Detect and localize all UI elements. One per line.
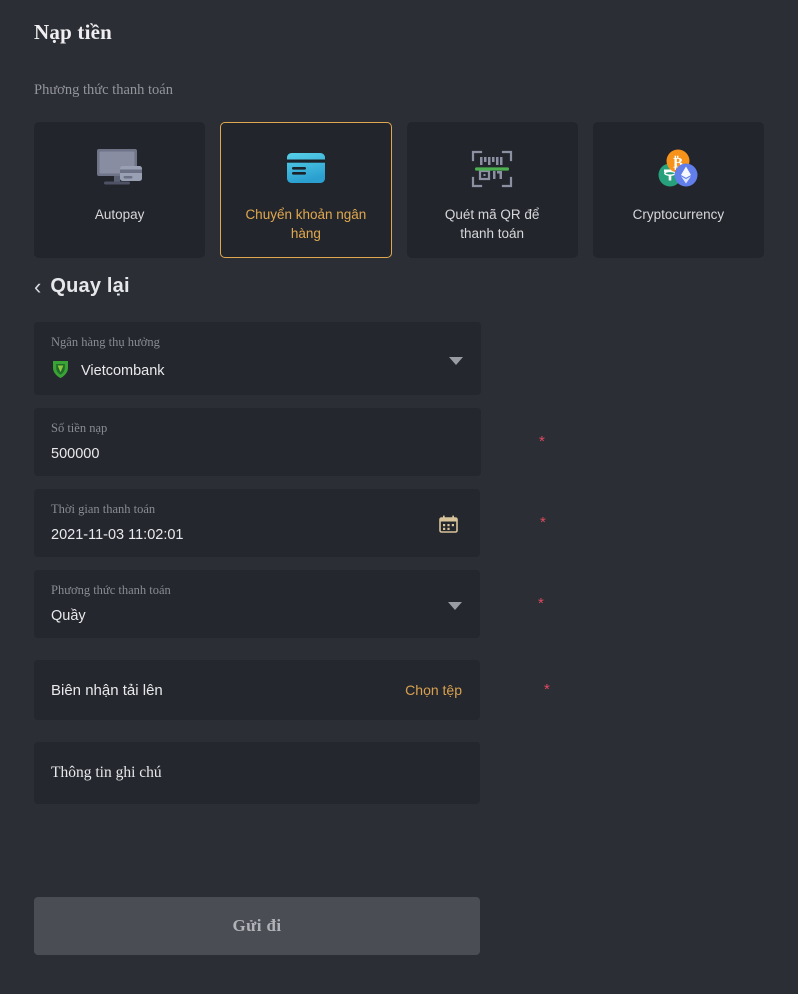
bank-field-row: Ngân hàng thụ hưởng Vietcombank bbox=[34, 322, 534, 395]
amount-input[interactable]: Số tiền nạp 500000 bbox=[34, 408, 481, 476]
payment-method-bank-transfer[interactable]: Chuyển khoản ngân hàng bbox=[220, 122, 392, 258]
bank-value: Vietcombank bbox=[81, 363, 165, 379]
bank-value-wrap: Vietcombank bbox=[51, 359, 465, 383]
payment-method-select[interactable]: Phương thức thanh toán Quầy bbox=[34, 570, 480, 638]
payment-method-label: Chuyển khoản ngân hàng bbox=[245, 207, 367, 241]
payment-method-label: Quét mã QR để thanh toán bbox=[444, 207, 540, 241]
payment-method-label: Autopay bbox=[94, 207, 145, 222]
amount-value: 500000 bbox=[51, 446, 100, 462]
datetime-label: Thời gian thanh toán bbox=[51, 502, 156, 516]
amount-field-row: Số tiền nạp 500000 * bbox=[34, 408, 545, 476]
crypto-coins-icon: ₿ bbox=[652, 143, 704, 195]
deposit-page: Nạp tiền Phương thức thanh toán Autopay bbox=[0, 0, 798, 994]
datetime-required-marker: * bbox=[540, 514, 546, 531]
monitor-card-icon bbox=[94, 143, 146, 195]
payment-method-crypto[interactable]: ₿ Cryptocurrency bbox=[592, 122, 764, 258]
method-label: Phương thức thanh toán bbox=[51, 583, 171, 597]
calendar-icon[interactable] bbox=[439, 515, 458, 538]
submit-button[interactable]: Gửi đi bbox=[34, 897, 480, 955]
payment-method-list: Autopay Chuyển khoản ngân hàng Quét mã Q… bbox=[34, 122, 764, 258]
bank-label: Ngân hàng thụ hưởng bbox=[51, 335, 160, 349]
receipt-upload-field[interactable]: Biên nhận tải lên Chọn tệp bbox=[34, 660, 480, 720]
back-link[interactable]: ‹ Quay lại bbox=[34, 275, 130, 298]
payment-method-label: Cryptocurrency bbox=[632, 207, 725, 222]
payment-method-qr[interactable]: Quét mã QR để thanh toán bbox=[406, 122, 578, 258]
bank-select[interactable]: Ngân hàng thụ hưởng Vietcombank bbox=[34, 322, 481, 395]
chevron-down-icon[interactable] bbox=[449, 356, 463, 365]
back-link-label: Quay lại bbox=[50, 275, 130, 297]
chevron-down-icon[interactable] bbox=[448, 602, 462, 610]
note-placeholder: Thông tin ghi chú bbox=[51, 764, 162, 781]
amount-label: Số tiền nạp bbox=[51, 421, 108, 435]
method-field-row: Phương thức thanh toán Quầy * bbox=[34, 570, 544, 638]
page-title: Nạp tiền bbox=[34, 20, 113, 44]
chevron-left-icon: ‹ bbox=[34, 273, 42, 299]
note-field-row: Thông tin ghi chú bbox=[34, 742, 534, 804]
deposit-form: Ngân hàng thụ hưởng Vietcombank Số tiền … bbox=[34, 322, 550, 817]
method-value: Quầy bbox=[51, 608, 86, 624]
payment-method-section-label: Phương thức thanh toán bbox=[34, 82, 173, 98]
choose-file-button[interactable]: Chọn tệp bbox=[405, 682, 462, 698]
datetime-field-row: Thời gian thanh toán 2021-11-03 11:02:01 bbox=[34, 489, 546, 557]
payment-method-autopay[interactable]: Autopay bbox=[34, 122, 206, 258]
method-required-marker: * bbox=[538, 595, 544, 612]
upload-label: Biên nhận tải lên bbox=[51, 681, 163, 699]
note-input[interactable]: Thông tin ghi chú bbox=[34, 742, 480, 804]
vietcombank-logo bbox=[51, 359, 70, 383]
datetime-value: 2021-11-03 11:02:01 bbox=[51, 527, 184, 543]
upload-required-marker: * bbox=[544, 681, 550, 698]
upload-field-row: Biên nhận tải lên Chọn tệp * bbox=[34, 660, 550, 720]
qr-scan-icon bbox=[468, 143, 516, 195]
bank-card-icon bbox=[281, 143, 331, 195]
datetime-input[interactable]: Thời gian thanh toán 2021-11-03 11:02:01 bbox=[34, 489, 480, 557]
amount-required-marker: * bbox=[539, 433, 545, 450]
